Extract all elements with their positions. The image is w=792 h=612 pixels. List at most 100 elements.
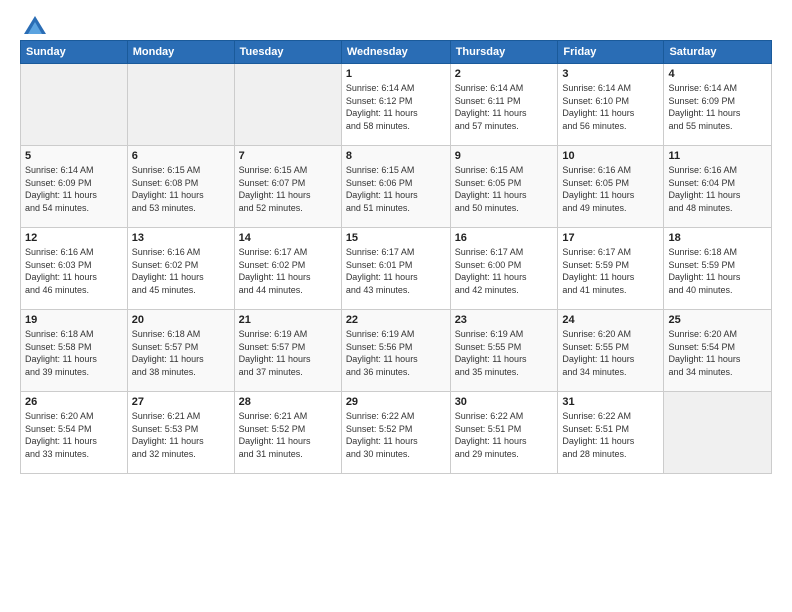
day-number: 19 — [25, 314, 123, 326]
day-number: 7 — [239, 150, 337, 162]
calendar-week-3: 12Sunrise: 6:16 AM Sunset: 6:03 PM Dayli… — [21, 228, 772, 310]
calendar-cell: 20 Sunrise: 6:18 AM Sunset: 5:57 PM Dayli… — [127, 310, 234, 392]
day-info: Sunrise: 6:17 AM Sunset: 6:00 PM Dayligh… — [455, 246, 554, 296]
calendar-cell: 15Sunrise: 6:17 AM Sunset: 6:01 PM Dayli… — [341, 228, 450, 310]
weekday-header-monday: Monday — [127, 41, 234, 64]
calendar-cell: 5 Sunrise: 6:14 AM Sunset: 6:09 PM Daylig… — [21, 146, 128, 228]
day-info: Sunrise: 6:15 AM Sunset: 6:06 PM Dayligh… — [346, 164, 446, 214]
day-info: Sunrise: 6:22 AM Sunset: 5:51 PM Dayligh… — [562, 410, 659, 460]
day-info: Sunrise: 6:15 AM Sunset: 6:07 PM Dayligh… — [239, 164, 337, 214]
day-number: 8 — [346, 150, 446, 162]
day-info: Sunrise: 6:18 AM Sunset: 5:59 PM Dayligh… — [668, 246, 767, 296]
calendar-cell: 10 Sunrise: 6:16 AM Sunset: 6:05 PM Dayli… — [558, 146, 664, 228]
calendar-cell: 13 Sunrise: 6:16 AM Sunset: 6:02 PM Dayli… — [127, 228, 234, 310]
weekday-header-tuesday: Tuesday — [234, 41, 341, 64]
weekday-header-thursday: Thursday — [450, 41, 558, 64]
weekday-header-sunday: Sunday — [21, 41, 128, 64]
calendar-cell: 25 Sunrise: 6:20 AM Sunset: 5:54 PM Dayli… — [664, 310, 772, 392]
calendar-cell: 8 Sunrise: 6:15 AM Sunset: 6:06 PM Daylig… — [341, 146, 450, 228]
calendar-cell: 28 Sunrise: 6:21 AM Sunset: 5:52 PM Dayli… — [234, 392, 341, 474]
day-info: Sunrise: 6:22 AM Sunset: 5:52 PM Dayligh… — [346, 410, 446, 460]
calendar-cell: 6Sunrise: 6:15 AM Sunset: 6:08 PM Daylig… — [127, 146, 234, 228]
calendar-cell: 2 Sunrise: 6:14 AM Sunset: 6:11 PM Daylig… — [450, 64, 558, 146]
weekday-header-friday: Friday — [558, 41, 664, 64]
day-info: Sunrise: 6:14 AM Sunset: 6:11 PM Dayligh… — [455, 82, 554, 132]
day-info: Sunrise: 6:18 AM Sunset: 5:58 PM Dayligh… — [25, 328, 123, 378]
day-info: Sunrise: 6:18 AM Sunset: 5:57 PM Dayligh… — [132, 328, 230, 378]
day-info: Sunrise: 6:21 AM Sunset: 5:53 PM Dayligh… — [132, 410, 230, 460]
day-info: Sunrise: 6:16 AM Sunset: 6:02 PM Dayligh… — [132, 246, 230, 296]
weekday-header-saturday: Saturday — [664, 41, 772, 64]
day-number: 4 — [668, 68, 767, 80]
day-number: 20 — [132, 314, 230, 326]
logo — [20, 16, 46, 30]
calendar-cell — [127, 64, 234, 146]
day-info: Sunrise: 6:22 AM Sunset: 5:51 PM Dayligh… — [455, 410, 554, 460]
day-info: Sunrise: 6:14 AM Sunset: 6:10 PM Dayligh… — [562, 82, 659, 132]
day-info: Sunrise: 6:16 AM Sunset: 6:04 PM Dayligh… — [668, 164, 767, 214]
calendar-cell: 7 Sunrise: 6:15 AM Sunset: 6:07 PM Daylig… — [234, 146, 341, 228]
day-number: 9 — [455, 150, 554, 162]
day-info: Sunrise: 6:19 AM Sunset: 5:55 PM Dayligh… — [455, 328, 554, 378]
calendar-cell: 1 Sunrise: 6:14 AM Sunset: 6:12 PM Daylig… — [341, 64, 450, 146]
day-number: 15 — [346, 232, 446, 244]
day-info: Sunrise: 6:21 AM Sunset: 5:52 PM Dayligh… — [239, 410, 337, 460]
logo-icon — [24, 16, 46, 34]
day-number: 2 — [455, 68, 554, 80]
day-number: 24 — [562, 314, 659, 326]
day-info: Sunrise: 6:14 AM Sunset: 6:09 PM Dayligh… — [25, 164, 123, 214]
calendar-cell: 24 Sunrise: 6:20 AM Sunset: 5:55 PM Dayli… — [558, 310, 664, 392]
calendar-cell: 14Sunrise: 6:17 AM Sunset: 6:02 PM Dayli… — [234, 228, 341, 310]
day-number: 18 — [668, 232, 767, 244]
calendar-cell — [234, 64, 341, 146]
calendar-cell: 22 Sunrise: 6:19 AM Sunset: 5:56 PM Dayli… — [341, 310, 450, 392]
calendar-cell: 12Sunrise: 6:16 AM Sunset: 6:03 PM Dayli… — [21, 228, 128, 310]
calendar-cell: 18 Sunrise: 6:18 AM Sunset: 5:59 PM Dayli… — [664, 228, 772, 310]
day-info: Sunrise: 6:16 AM Sunset: 6:05 PM Dayligh… — [562, 164, 659, 214]
day-info: Sunrise: 6:20 AM Sunset: 5:54 PM Dayligh… — [25, 410, 123, 460]
page-container: SundayMondayTuesdayWednesdayThursdayFrid… — [0, 0, 792, 484]
day-number: 3 — [562, 68, 659, 80]
day-info: Sunrise: 6:15 AM Sunset: 6:05 PM Dayligh… — [455, 164, 554, 214]
day-info: Sunrise: 6:14 AM Sunset: 6:09 PM Dayligh… — [668, 82, 767, 132]
calendar-cell: 17Sunrise: 6:17 AM Sunset: 5:59 PM Dayli… — [558, 228, 664, 310]
day-info: Sunrise: 6:15 AM Sunset: 6:08 PM Dayligh… — [132, 164, 230, 214]
day-number: 13 — [132, 232, 230, 244]
calendar-cell: 31 Sunrise: 6:22 AM Sunset: 5:51 PM Dayli… — [558, 392, 664, 474]
day-number: 21 — [239, 314, 337, 326]
day-number: 29 — [346, 396, 446, 408]
day-number: 31 — [562, 396, 659, 408]
weekday-header-wednesday: Wednesday — [341, 41, 450, 64]
calendar-cell: 21 Sunrise: 6:19 AM Sunset: 5:57 PM Dayli… — [234, 310, 341, 392]
calendar-week-5: 26 Sunrise: 6:20 AM Sunset: 5:54 PM Dayli… — [21, 392, 772, 474]
day-number: 5 — [25, 150, 123, 162]
day-info: Sunrise: 6:20 AM Sunset: 5:55 PM Dayligh… — [562, 328, 659, 378]
calendar-cell: 26 Sunrise: 6:20 AM Sunset: 5:54 PM Dayli… — [21, 392, 128, 474]
day-info: Sunrise: 6:14 AM Sunset: 6:12 PM Dayligh… — [346, 82, 446, 132]
day-number: 23 — [455, 314, 554, 326]
day-info: Sunrise: 6:20 AM Sunset: 5:54 PM Dayligh… — [668, 328, 767, 378]
calendar-cell — [21, 64, 128, 146]
day-number: 22 — [346, 314, 446, 326]
day-number: 25 — [668, 314, 767, 326]
day-number: 14 — [239, 232, 337, 244]
calendar-week-1: 1 Sunrise: 6:14 AM Sunset: 6:12 PM Daylig… — [21, 64, 772, 146]
weekday-header-row: SundayMondayTuesdayWednesdayThursdayFrid… — [21, 41, 772, 64]
calendar-cell: 11Sunrise: 6:16 AM Sunset: 6:04 PM Dayli… — [664, 146, 772, 228]
day-number: 30 — [455, 396, 554, 408]
day-number: 28 — [239, 396, 337, 408]
day-number: 1 — [346, 68, 446, 80]
calendar-cell: 16Sunrise: 6:17 AM Sunset: 6:00 PM Dayli… — [450, 228, 558, 310]
calendar-cell: 3 Sunrise: 6:14 AM Sunset: 6:10 PM Daylig… — [558, 64, 664, 146]
day-info: Sunrise: 6:19 AM Sunset: 5:57 PM Dayligh… — [239, 328, 337, 378]
calendar-cell: 23 Sunrise: 6:19 AM Sunset: 5:55 PM Dayli… — [450, 310, 558, 392]
calendar-cell — [664, 392, 772, 474]
day-number: 26 — [25, 396, 123, 408]
day-number: 17 — [562, 232, 659, 244]
day-number: 27 — [132, 396, 230, 408]
calendar-cell: 4 Sunrise: 6:14 AM Sunset: 6:09 PM Daylig… — [664, 64, 772, 146]
day-info: Sunrise: 6:19 AM Sunset: 5:56 PM Dayligh… — [346, 328, 446, 378]
day-number: 10 — [562, 150, 659, 162]
calendar-cell: 30 Sunrise: 6:22 AM Sunset: 5:51 PM Dayli… — [450, 392, 558, 474]
calendar-cell: 27 Sunrise: 6:21 AM Sunset: 5:53 PM Dayli… — [127, 392, 234, 474]
